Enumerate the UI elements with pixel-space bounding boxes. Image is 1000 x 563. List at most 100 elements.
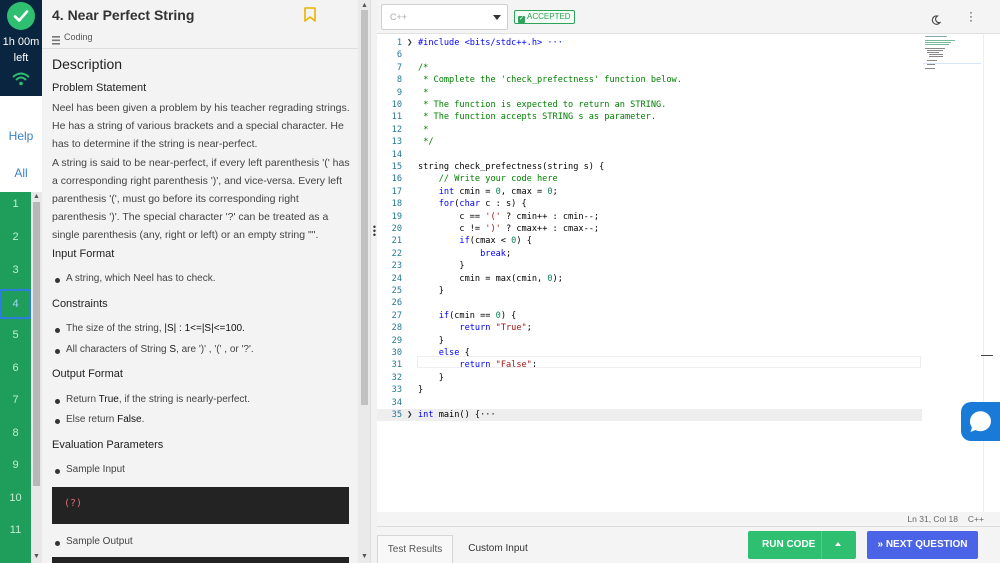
chat-button[interactable] [961, 402, 1000, 441]
question-nav-2[interactable]: 2 [0, 222, 31, 252]
run-code-button[interactable]: RUN CODE [748, 531, 856, 559]
code-line[interactable]: 18 for(char c : s) { [377, 198, 922, 210]
fold-chevron-icon[interactable]: ❯ [407, 37, 412, 49]
question-nav-7[interactable]: 7 [0, 385, 31, 415]
line-number: 1 [396, 38, 402, 48]
output-item-1: Return True, if the string is nearly-per… [55, 394, 346, 405]
code-line[interactable]: 13 */ [377, 136, 922, 148]
moon-icon[interactable] [931, 12, 942, 30]
line-number: 13 [391, 137, 402, 148]
code-line[interactable]: 28 return "True"; [377, 322, 922, 334]
scroll-up-arrow-icon[interactable]: ▲ [33, 193, 40, 200]
code-text: } [418, 286, 444, 296]
code-line[interactable]: 7 /* [377, 62, 922, 74]
output-2-value: False [117, 414, 142, 425]
line-number: 18 [391, 199, 402, 210]
status-badge-label: ACCEPTED [527, 12, 571, 21]
code-line[interactable]: 24 cmin = max(cmin, 0); [377, 273, 922, 285]
code-line[interactable]: 14 [377, 149, 922, 161]
sample-input-item: Sample Input [55, 464, 346, 475]
status-language: C++ [967, 514, 984, 524]
question-title: 4. Near Perfect String [52, 7, 195, 23]
code-line[interactable]: 20 c != ')' ? cmax++ : cmax--; [377, 223, 922, 235]
fold-chevron-icon[interactable]: ❯ [407, 409, 412, 421]
all-questions-link[interactable]: All [0, 166, 42, 180]
current-line-highlight [417, 356, 921, 368]
timer-panel: 1h 00m left [0, 0, 42, 96]
panel-resizer[interactable]: • • • [370, 0, 377, 563]
question-nav-9[interactable]: 9 [0, 450, 31, 480]
code-line[interactable]: 26 [377, 297, 922, 309]
minimap[interactable] [923, 34, 983, 74]
question-nav-6[interactable]: 6 [0, 353, 31, 383]
input-format-text: A string, which Neel has to check. [66, 273, 216, 284]
tab-custom-input[interactable]: Custom Input [463, 535, 533, 563]
code-line[interactable]: 9 * [377, 87, 922, 99]
question-nav-8[interactable]: 8 [0, 418, 31, 448]
code-line[interactable]: 19 c == '(' ? cmin++ : cmin--; [377, 211, 922, 223]
language-select[interactable]: C++ [381, 4, 508, 30]
more-options-icon[interactable]: · · · [969, 6, 973, 26]
constraints-heading: Constraints [52, 298, 108, 310]
code-line[interactable]: 23 } [377, 260, 922, 272]
code-line[interactable]: 1 ❯ #include <bits/stdc++.h> ··· [377, 37, 922, 49]
code-line[interactable]: 15 string check_prefectness(string s) { [377, 161, 922, 173]
code-text: return "True"; [459, 323, 532, 334]
code-line[interactable]: 11 * The function accepts STRING s as pa… [377, 111, 922, 123]
tab-test-results[interactable]: Test Results [377, 535, 453, 563]
code-text: } [418, 372, 444, 383]
code-text: * The function accepts STRING s as param… [423, 112, 657, 123]
line-number: 26 [391, 298, 402, 309]
question-nav-4[interactable]: 4 [0, 289, 31, 319]
line-number: 6 [396, 50, 402, 61]
output-1-value: True [98, 394, 119, 405]
question-description-panel: 4. Near Perfect String Coding Descriptio… [42, 0, 358, 563]
question-nav-11[interactable]: 11 [0, 515, 31, 545]
code-line[interactable]: 34 [377, 397, 922, 409]
code-line[interactable]: 22 break; [377, 248, 922, 260]
question-nav-10[interactable]: 10 [0, 483, 31, 513]
code-line[interactable]: 8 * Complete the 'check_prefectness' fun… [377, 74, 922, 86]
description-scrollbar-thumb[interactable] [361, 10, 368, 405]
code-line[interactable]: 16 // Write your code here [377, 173, 922, 185]
code-line[interactable]: 29 } [377, 335, 922, 347]
problem-paragraph-1: Neel has been given a problem by his tea… [52, 102, 350, 150]
output-item-2: Else return False. [55, 414, 346, 425]
code-line[interactable]: 21 if(cmax < 0) { [377, 235, 922, 247]
scroll-down-arrow-icon[interactable]: ▼ [33, 553, 40, 560]
code-line[interactable]: 25 } [377, 285, 922, 297]
code-text: } [418, 335, 444, 346]
description-heading: Description [52, 56, 123, 72]
code-line[interactable]: 35 ❯ int main() {··· [377, 409, 922, 422]
question-nav-3[interactable]: 3 [0, 255, 31, 285]
rail-scrollbar-thumb[interactable] [33, 202, 40, 486]
line-number: 33 [391, 385, 402, 396]
code-line[interactable]: 12 * [377, 124, 922, 136]
timer-value: 1h 00m [2, 36, 40, 48]
desc-scroll-down-icon[interactable]: ▼ [361, 553, 368, 560]
status-badge: ✓ ACCEPTED [514, 10, 575, 24]
code-line[interactable]: 27 if(cmin == 0) { [377, 310, 922, 322]
code-editor[interactable]: 1 ❯ #include <bits/stdc++.h> ··· 6 7/* 8 * Co… [377, 34, 1000, 512]
code-line[interactable]: 10 * The function is expected to return … [377, 99, 922, 111]
run-code-label: RUN CODE [762, 539, 816, 550]
next-question-button[interactable]: » NEXT QUESTION [867, 531, 978, 559]
code-line[interactable]: 33} [377, 384, 922, 396]
line-number: 25 [391, 286, 402, 296]
question-nav-1[interactable]: 1 [0, 189, 31, 219]
caret-up-icon[interactable] [835, 542, 841, 546]
line-number: 11 [391, 112, 402, 123]
desc-scroll-up-icon[interactable]: ▲ [361, 2, 368, 9]
code-line[interactable]: 32 } [377, 372, 922, 384]
editor-toolbar: C++ ✓ ACCEPTED · · · [377, 0, 1000, 34]
code-line[interactable]: 17 int cmin = 0, cmax = 0; [377, 186, 922, 198]
help-link[interactable]: Help [0, 129, 42, 143]
question-rail: 1h 00m left Help All 1 2 3 4 5 6 7 8 9 1… [0, 0, 42, 563]
constraint-item-1: The size of the string, |S| : 1<=|S|<=10… [55, 323, 346, 334]
check-icon: ✓ [518, 16, 525, 23]
question-nav-5[interactable]: 5 [0, 320, 31, 350]
bookmark-icon[interactable] [304, 7, 316, 27]
code-line[interactable]: 6 [377, 49, 922, 61]
line-number: 10 [391, 100, 402, 110]
code-text: } [418, 385, 424, 396]
